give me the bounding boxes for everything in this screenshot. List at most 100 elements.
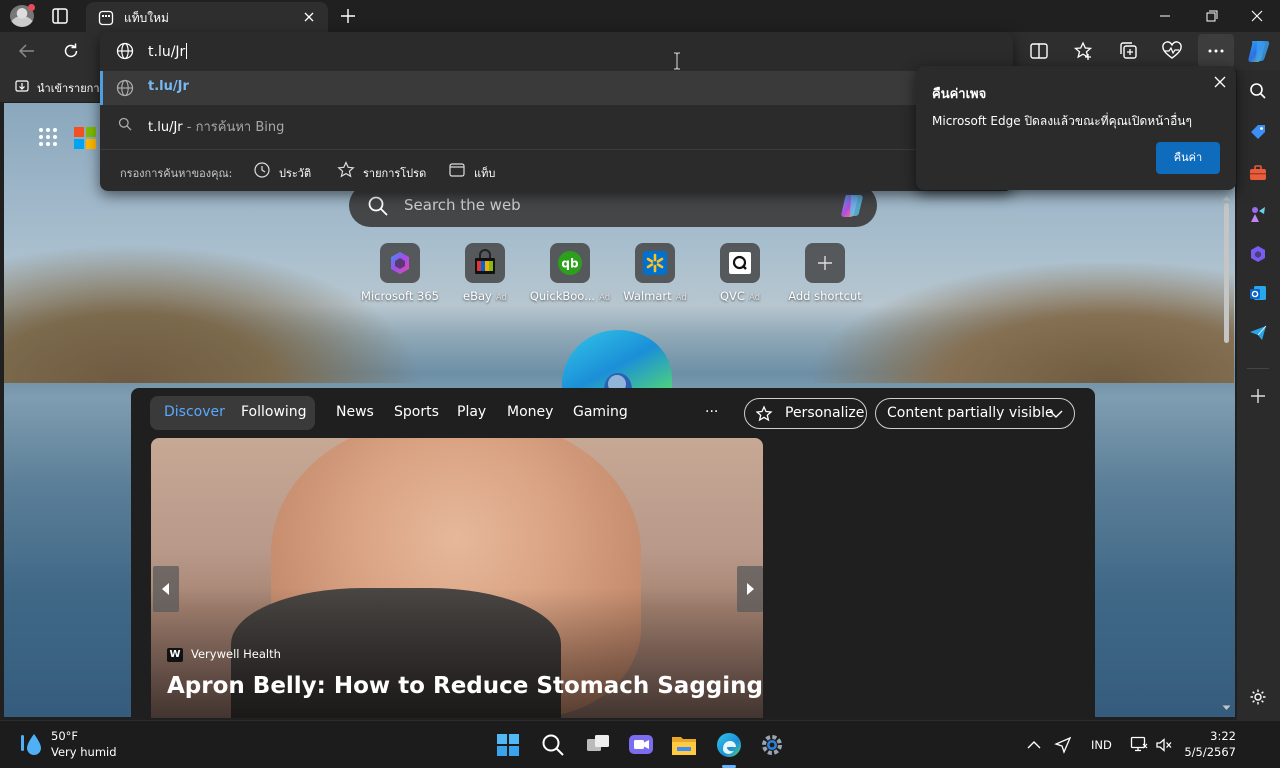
- shortcut-microsoft-365[interactable]: Microsoft 365: [360, 243, 440, 307]
- taskbar: 50°F Very humid IND 3:22 5/5/2567: [0, 720, 1280, 768]
- sidebar-divider: [1247, 368, 1269, 369]
- volume-muted-icon[interactable]: [1155, 736, 1173, 754]
- favorites-icon[interactable]: [1073, 41, 1095, 61]
- restore-button[interactable]: [1188, 6, 1234, 26]
- games-icon[interactable]: [1249, 205, 1267, 223]
- task-view-icon[interactable]: [582, 729, 614, 761]
- microsoft-365-icon[interactable]: [1249, 245, 1267, 263]
- import-favorites-link[interactable]: นำเข้ารายการ: [37, 79, 100, 97]
- shortcut-tile: [635, 243, 675, 283]
- minimize-button[interactable]: [1142, 6, 1188, 26]
- location-icon[interactable]: [1054, 736, 1072, 754]
- microsoft-logo-icon[interactable]: [74, 127, 96, 149]
- shortcut-tile: [720, 243, 760, 283]
- weather-temperature[interactable]: 50°F: [51, 729, 78, 743]
- copilot-icon[interactable]: [1243, 36, 1273, 66]
- chat-icon[interactable]: [625, 729, 657, 761]
- more-tabs-button[interactable]: ···: [705, 404, 718, 420]
- back-button[interactable]: [16, 41, 38, 61]
- telegram-send-icon[interactable]: [1249, 324, 1267, 342]
- shortcut-ebay[interactable]: eBay Ad: [445, 243, 525, 307]
- tab-news[interactable]: News: [336, 404, 374, 420]
- globe-icon: [116, 79, 134, 97]
- clock-date[interactable]: 5/5/2567: [1180, 745, 1236, 759]
- carousel-next-button[interactable]: [737, 566, 763, 612]
- svg-text:qb: qb: [561, 257, 579, 271]
- restore-button[interactable]: คืนค่า: [1156, 142, 1220, 174]
- shortcut-quickbooks[interactable]: qb QuickBoo... Ad: [530, 243, 610, 307]
- tab-discover[interactable]: Discover: [164, 404, 225, 420]
- tab-play[interactable]: Play: [457, 404, 486, 420]
- background-hill: [814, 263, 1234, 383]
- close-tab-icon[interactable]: [302, 10, 316, 24]
- globe-icon: [116, 42, 134, 60]
- tab-actions-icon[interactable]: [48, 6, 72, 26]
- start-button[interactable]: [492, 729, 524, 761]
- close-window-button[interactable]: [1234, 6, 1280, 26]
- add-sidebar-app-icon[interactable]: [1249, 387, 1267, 405]
- tab-following[interactable]: Following: [241, 404, 307, 420]
- favorites-bar: นำเข้ารายการ: [0, 70, 100, 102]
- shopping-tag-icon[interactable]: [1249, 123, 1267, 141]
- network-icon[interactable]: [1130, 735, 1148, 753]
- search-icon[interactable]: [537, 729, 569, 761]
- tab-sports[interactable]: Sports: [394, 404, 439, 420]
- edge-taskbar-icon[interactable]: [713, 729, 745, 761]
- suggestion-text: t.lu/Jr: [148, 79, 189, 94]
- close-icon[interactable]: [1212, 74, 1228, 90]
- address-bar-dropdown: t.lu/Jr t.lu/Jr t.lu/Jr - การค้นหา Bing …: [100, 32, 1013, 191]
- tabs-filter-label: แท็บ: [474, 167, 496, 180]
- restore-pages-popup: คืนค่าเพจ Microsoft Edge ปิดลงแล้วขณะที่…: [916, 66, 1236, 190]
- copilot-search-icon[interactable]: [837, 192, 867, 220]
- clock-time[interactable]: 3:22: [1186, 729, 1236, 743]
- add-shortcut-button[interactable]: Add shortcut: [785, 243, 865, 307]
- shortcut-qvc[interactable]: QVC Ad: [700, 243, 780, 307]
- sidebar-settings-icon[interactable]: [1249, 688, 1267, 706]
- settings-more-button[interactable]: [1198, 34, 1234, 68]
- content-visibility-label: Content partially visible: [887, 405, 1054, 421]
- content-visibility-dropdown[interactable]: Content partially visible: [875, 398, 1075, 429]
- tab-new-tab[interactable]: แท็บใหม่: [86, 2, 328, 32]
- source-logo-icon: W: [167, 648, 183, 662]
- refresh-button[interactable]: [61, 41, 81, 61]
- split-screen-icon[interactable]: [1028, 41, 1050, 61]
- new-tab-button[interactable]: [338, 6, 358, 26]
- personalize-button[interactable]: Personalize: [744, 398, 867, 429]
- tools-icon[interactable]: [1249, 164, 1267, 182]
- carousel-prev-button[interactable]: [153, 566, 179, 612]
- tab-money[interactable]: Money: [507, 404, 553, 420]
- shortcut-tile: [465, 243, 505, 283]
- filter-label: กรองการค้นหาของคุณ:: [120, 167, 233, 180]
- weather-icon[interactable]: [18, 731, 46, 759]
- shortcut-label: Add shortcut: [788, 289, 862, 303]
- shortcut-tile: qb: [550, 243, 590, 283]
- shortcut-tile: [805, 243, 845, 283]
- settings-gear-icon[interactable]: [756, 729, 788, 761]
- edge-sidebar: [1237, 70, 1280, 720]
- source-name[interactable]: Verywell Health: [191, 647, 281, 661]
- chevron-down-icon: [1048, 407, 1064, 421]
- suggestion-text: t.lu/Jr - การค้นหา Bing: [148, 120, 285, 135]
- scrollbar-thumb[interactable]: [1224, 203, 1229, 343]
- file-explorer-icon[interactable]: [668, 729, 700, 761]
- card-headline[interactable]: Apron Belly: How to Reduce Stomach Saggi…: [167, 673, 763, 699]
- suggestion-item[interactable]: t.lu/Jr - การค้นหา Bing: [100, 108, 1013, 142]
- address-input[interactable]: t.lu/Jr: [148, 43, 188, 60]
- shortcut-tile: [380, 243, 420, 283]
- suggestion-item[interactable]: t.lu/Jr: [100, 71, 1013, 105]
- weather-description[interactable]: Very humid: [51, 745, 117, 759]
- collections-icon[interactable]: [1118, 41, 1140, 61]
- search-icon: [367, 195, 389, 217]
- app-launcher-icon[interactable]: [38, 127, 58, 147]
- search-icon[interactable]: [1249, 82, 1267, 100]
- personalize-icon: [756, 405, 774, 423]
- page-scrollbar[interactable]: [1221, 195, 1231, 717]
- browser-essentials-icon[interactable]: [1161, 41, 1183, 61]
- search-filter-row: กรองการค้นหาของคุณ: ประวัติ รายการโปรด แ…: [100, 149, 1013, 191]
- news-card[interactable]: W Verywell Health Apron Belly: How to Re…: [151, 438, 763, 718]
- input-language[interactable]: IND: [1091, 738, 1112, 752]
- outlook-icon[interactable]: [1249, 284, 1267, 302]
- tab-gaming[interactable]: Gaming: [573, 404, 628, 420]
- show-hidden-icons-chevron[interactable]: [1026, 737, 1042, 753]
- shortcut-walmart[interactable]: Walmart Ad: [615, 243, 695, 307]
